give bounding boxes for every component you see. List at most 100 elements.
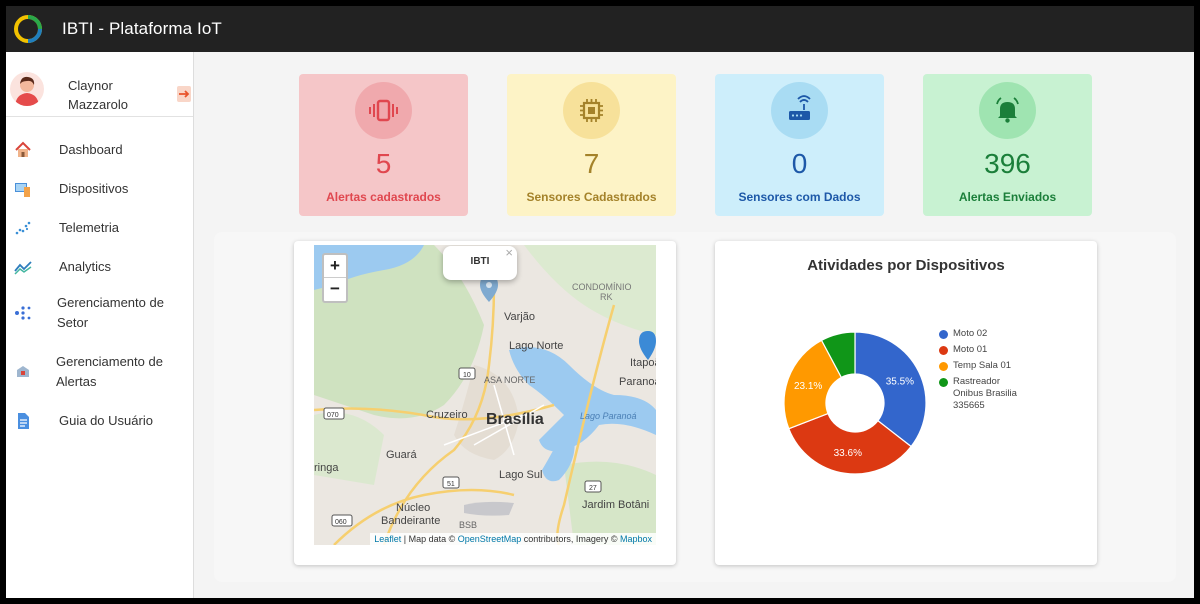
home-icon [15, 141, 31, 157]
mapbox-link[interactable]: Mapbox [620, 534, 652, 544]
legend-label: Temp Sala 01 [953, 360, 1012, 371]
app-title: IBTI - Plataforma IoT [62, 19, 222, 38]
sidebar-item-label: Dashboard [59, 142, 123, 157]
map-label-brasilia: Brasília [486, 411, 544, 428]
legend-label: Moto 01 [953, 344, 988, 355]
guide-icon [18, 413, 29, 429]
legend-swatch [939, 378, 948, 387]
user-name: Claynor Mazzarolo [68, 78, 128, 112]
slice-label: 33.6% [834, 448, 862, 459]
map-label-ringa: ringa [314, 462, 339, 474]
stat-card-sensors-with-data: 0 Sensores com Dados [715, 74, 884, 216]
router-icon [771, 82, 828, 139]
map-label-lago-paranoa: Lago Paranoá [580, 411, 637, 421]
sidebar-item-label: Analytics [59, 259, 112, 274]
sidebar-item-label: Gerenciamento de Alertas [56, 354, 163, 389]
legend-label: Rastreador Onibus Brasilia 335665 [953, 376, 1017, 411]
bell-icon [979, 82, 1036, 139]
logout-icon [179, 90, 190, 98]
map-tiles: CONDOMÍNIO RK Varjão Lago Norte ASA NORT… [314, 245, 656, 545]
sidebar-item-label: Dispositivos [59, 181, 129, 196]
map-attribution: Leaflet | Map data © OpenStreetMap contr… [370, 533, 656, 545]
sidebar-item-telemetry[interactable]: Telemetria [6, 211, 194, 245]
legend-label: Moto 02 [953, 328, 988, 339]
openstreetmap-link[interactable]: OpenStreetMap [458, 534, 522, 544]
map-label-varjao: Varjão [504, 311, 535, 323]
user-profile: Claynor Mazzarolo [6, 52, 193, 117]
vibration-icon [355, 82, 412, 139]
stat-label: Alertas cadastrados [326, 190, 441, 204]
road-label: 070 [327, 412, 339, 419]
chart-card: Atividades por Dispositivos 35.5% 33.6% 23… [715, 241, 1097, 565]
stat-label: Sensores Cadastrados [526, 190, 657, 204]
sidebar-item-label: Telemetria [59, 220, 119, 235]
legend-item[interactable]: Rastreador Onibus Brasilia 335665 [939, 376, 1019, 412]
sidebar-item-analytics[interactable]: Analytics [6, 250, 194, 284]
stat-value: 5 [375, 148, 392, 179]
sidebar-item-dashboard[interactable]: Dashboard [6, 133, 194, 167]
zoom-in-button[interactable]: + [324, 255, 346, 278]
sidebar-item-devices[interactable]: Dispositivos [6, 172, 194, 206]
app-window: IBTI - Plataforma IoT Claynor Mazzarolo [6, 6, 1194, 598]
map-label-bsb: BSB [459, 520, 477, 530]
zoom-out-button[interactable]: − [324, 278, 346, 301]
stat-value: 7 [583, 148, 600, 179]
logout-button[interactable] [177, 86, 191, 102]
stat-card-sensors-registered: 7 Sensores Cadastrados [507, 74, 676, 216]
sidebar-item-sector-management[interactable]: Gerenciamento de Setor [6, 288, 194, 338]
stat-card-alerts-registered: 5 Alertas cadastrados [299, 74, 468, 216]
map-popup: IBTI × [443, 245, 517, 280]
close-icon[interactable]: × [505, 245, 513, 269]
map-label-cruzeiro: Cruzeiro [426, 409, 468, 421]
stat-label: Sensores com Dados [738, 190, 861, 204]
alert-management-icon [17, 366, 29, 377]
stat-label: Alertas Enviados [958, 190, 1057, 204]
chip-icon [563, 82, 620, 139]
stat-value: 396 [984, 148, 1031, 179]
map-label-nucleo: Núcleo [396, 502, 430, 514]
map[interactable]: CONDOMÍNIO RK Varjão Lago Norte ASA NORT… [314, 245, 656, 545]
leaflet-link[interactable]: Leaflet [374, 534, 401, 544]
sidebar-item-user-guide[interactable]: Guia do Usuário [6, 404, 194, 438]
map-label-asa-norte: ASA NORTE [484, 375, 535, 385]
telemetry-icon [15, 221, 31, 235]
map-label-condominio: CONDOMÍNIO [572, 282, 632, 292]
map-label-bandeirante: Bandeirante [381, 515, 440, 527]
map-label-lago-norte: Lago Norte [509, 340, 563, 352]
analytics-icon [14, 261, 32, 275]
map-card: CONDOMÍNIO RK Varjão Lago Norte ASA NORT… [294, 241, 676, 565]
road-label: 51 [447, 481, 455, 488]
legend-item[interactable]: Moto 01 [939, 344, 1019, 356]
top-bar: IBTI - Plataforma IoT [6, 6, 1194, 52]
legend-item[interactable]: Moto 02 [939, 328, 1019, 340]
stat-card-alerts-sent: 396 Alertas Enviados [923, 74, 1092, 216]
sidebar: Claynor Mazzarolo Dashboard Dispositivos [6, 52, 194, 598]
zoom-control: + − [322, 253, 348, 303]
road-label: 10 [463, 372, 471, 379]
stat-value: 0 [791, 148, 808, 179]
popup-label: IBTI [470, 256, 490, 267]
devices-icon [15, 183, 30, 197]
logo-icon [14, 15, 42, 43]
map-label-lago-sul: Lago Sul [499, 469, 542, 481]
chart-legend: Moto 02 Moto 01 Temp Sala 01 Rastreador Oni… [939, 328, 1019, 416]
slice-label: 23.1% [794, 381, 822, 392]
avatar[interactable] [10, 72, 44, 106]
sector-icon [15, 306, 31, 320]
legend-swatch [939, 330, 948, 339]
legend-swatch [939, 346, 948, 355]
map-label-paranoa: Paranoá [619, 376, 656, 388]
map-label-rk: RK [600, 292, 613, 302]
map-label-itapoa: Itapoã [630, 357, 656, 369]
sidebar-item-alert-management[interactable]: Gerenciamento de Alertas [6, 347, 194, 397]
donut-chart: 35.5% 33.6% 23.1% [783, 331, 927, 475]
legend-item[interactable]: Temp Sala 01 [939, 360, 1019, 372]
sidebar-item-label: Gerenciamento de Setor [57, 295, 164, 330]
legend-swatch [939, 362, 948, 371]
road-label: 27 [589, 485, 597, 492]
map-label-guara: Guará [386, 449, 417, 461]
slice-label: 35.5% [886, 377, 914, 388]
map-label-jardim-botanico: Jardim Botâni [582, 499, 649, 511]
sidebar-item-label: Guia do Usuário [59, 413, 153, 428]
road-label: 060 [335, 519, 347, 526]
